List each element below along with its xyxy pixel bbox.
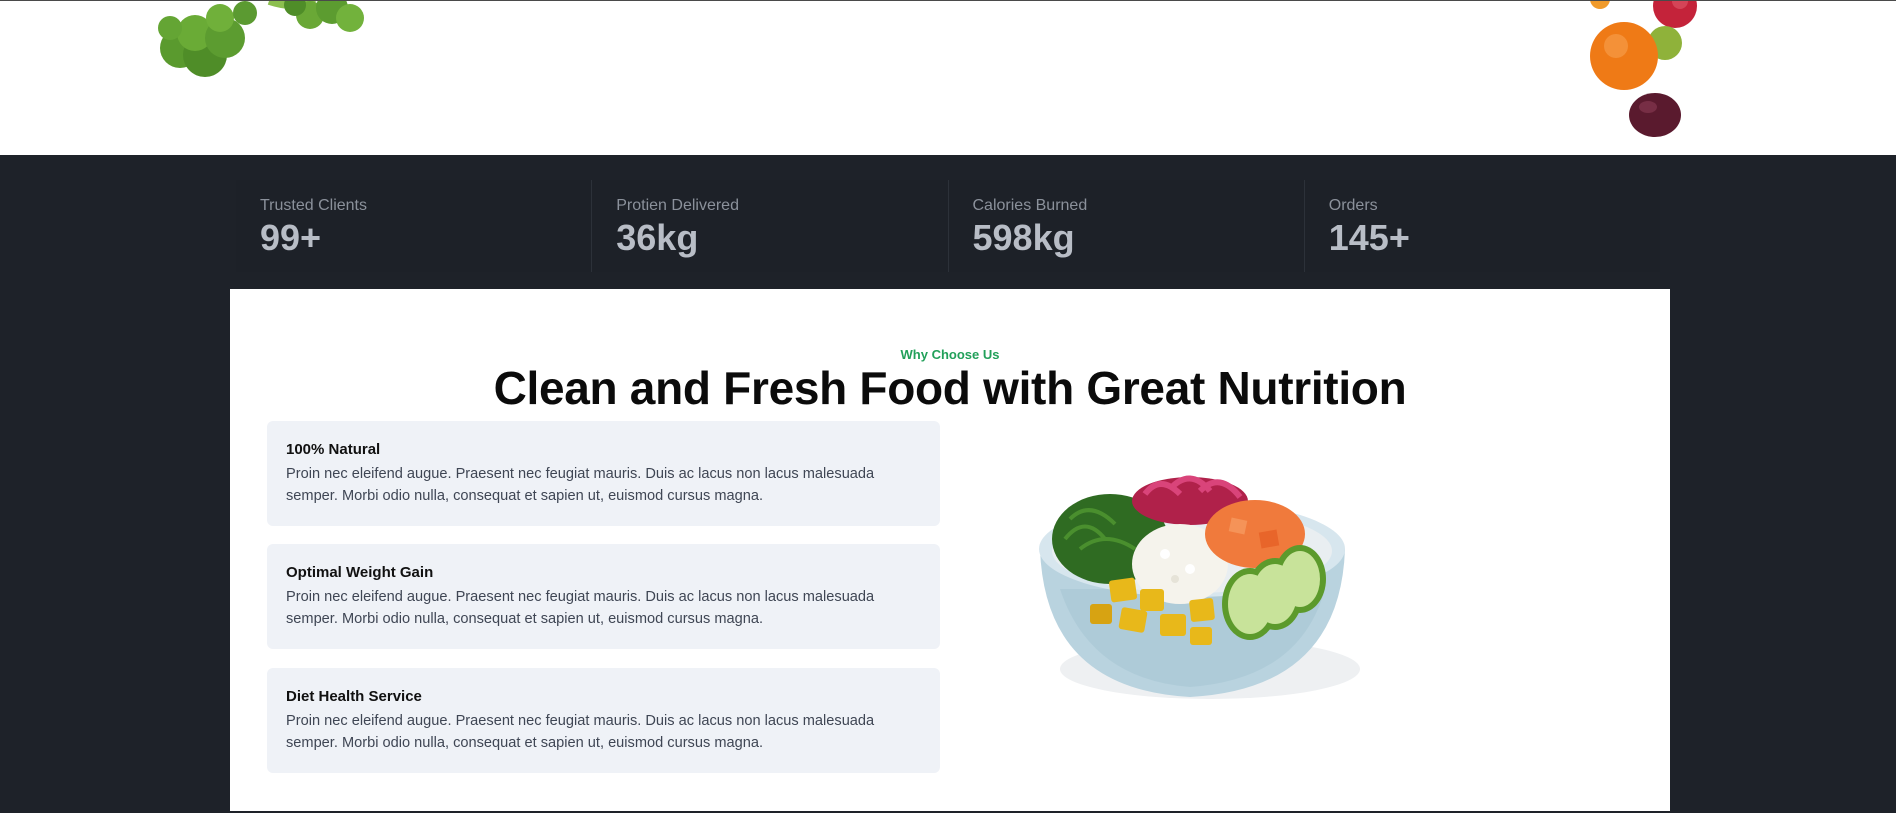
- stat-value: 145+: [1328, 217, 1410, 258]
- stat-trusted-clients: Trusted Clients 99+: [236, 180, 593, 272]
- stat-label: Calories Burned: [972, 197, 1088, 214]
- stat-label: Orders: [1328, 197, 1378, 214]
- poke-bowl-image: [1039, 475, 1360, 699]
- stat-orders: Orders 145+: [1304, 180, 1660, 272]
- fruits-image: [1590, 1, 1697, 137]
- broccoli-image: [158, 1, 364, 77]
- feature-title: Optimal Weight Gain: [286, 564, 434, 581]
- feature-title: Diet Health Service: [286, 688, 422, 705]
- stat-label: Trusted Clients: [260, 197, 367, 214]
- stat-value: 36kg: [616, 217, 699, 258]
- stat-label: Protien Delivered: [616, 197, 739, 214]
- hero-bottom-strip: [0, 0, 1896, 155]
- stat-protein-delivered: Protien Delivered 36kg: [592, 180, 949, 272]
- feature-text: Proin nec eleifend augue. Praesent nec f…: [286, 589, 875, 627]
- stat-calories-burned: Calories Burned 598kg: [948, 180, 1305, 272]
- feature-card-natural: 100% Natural Proin nec eleifend augue. P…: [267, 421, 940, 526]
- stats-bar: Trusted Clients 99+ Protien Delivered 36…: [236, 180, 1660, 272]
- stat-value: 598kg: [972, 217, 1075, 258]
- feature-card-weight-gain: Optimal Weight Gain Proin nec eleifend a…: [267, 544, 940, 649]
- section-headline: Clean and Fresh Food with Great Nutritio…: [493, 362, 1407, 414]
- feature-card-diet-health: Diet Health Service Proin nec eleifend a…: [267, 668, 940, 773]
- feature-text: Proin nec eleifend augue. Praesent nec f…: [286, 713, 875, 751]
- feature-text: Proin nec eleifend augue. Praesent nec f…: [286, 466, 875, 504]
- feature-title: 100% Natural: [286, 441, 381, 458]
- stat-value: 99+: [260, 217, 322, 258]
- section-eyebrow: Why Choose Us: [900, 347, 1000, 362]
- why-choose-us-section: Why Choose Us Clean and Fresh Food with …: [230, 289, 1670, 811]
